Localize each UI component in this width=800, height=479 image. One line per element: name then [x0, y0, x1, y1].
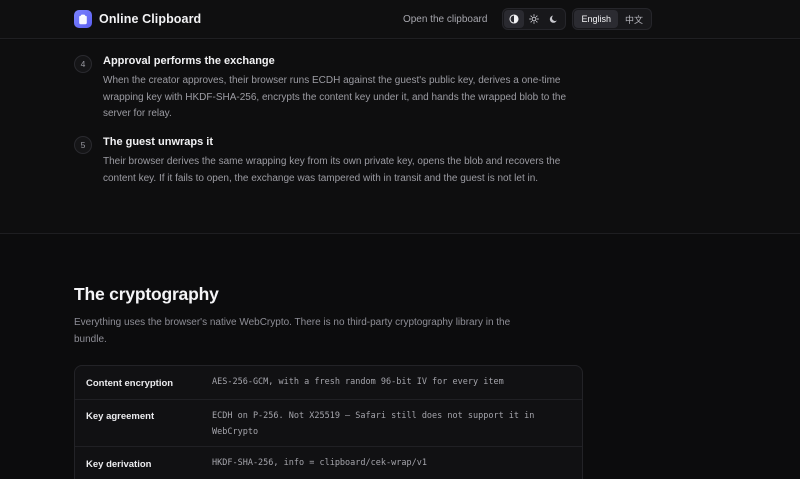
- language-switcher: English 中文: [572, 8, 652, 30]
- step-item: 4 Approval performs the exchange When th…: [74, 55, 594, 125]
- header-actions: Open the clipboard English 中文: [403, 8, 726, 30]
- sun-icon: [529, 14, 540, 24]
- row-label: Key agreement: [86, 411, 155, 422]
- header-controls: English 中文: [502, 8, 652, 30]
- table-row: Key derivation HKDF-SHA-256, info = clip…: [75, 447, 582, 479]
- section-description: Everything uses the browser's native Web…: [74, 317, 511, 345]
- step-description: Their browser derives the same wrapping …: [103, 156, 561, 184]
- section-title: The cryptography: [74, 284, 219, 304]
- row-value: AES-256-GCM, with a fresh random 96-bit …: [212, 377, 504, 387]
- language-english-button[interactable]: English: [574, 10, 618, 28]
- crypto-table: Content encryption AES-256-GCM, with a f…: [74, 365, 583, 479]
- theme-switcher: [502, 8, 567, 30]
- row-label: Key derivation: [86, 459, 152, 470]
- theme-light-button[interactable]: [524, 10, 544, 28]
- row-value: HKDF-SHA-256, info = clipboard/cek-wrap/…: [212, 458, 427, 468]
- step-description: When the creator approves, their browser…: [103, 75, 567, 119]
- step-number: 5: [74, 136, 92, 154]
- open-clipboard-link[interactable]: Open the clipboard: [403, 14, 488, 25]
- table-row: Key agreement ECDH on P-256. Not X25519 …: [75, 400, 582, 447]
- app-logo-icon[interactable]: [74, 10, 92, 28]
- language-chinese-button[interactable]: 中文: [618, 10, 650, 28]
- cryptography-section: The cryptography Everything uses the bro…: [0, 235, 800, 479]
- protocol-steps: 4 Approval performs the exchange When th…: [0, 40, 800, 234]
- step-title: Approval performs the exchange: [103, 55, 275, 67]
- theme-auto-button[interactable]: [504, 10, 525, 28]
- top-bar: Online Clipboard Open the clipboard Engl…: [0, 0, 800, 39]
- step-number: 4: [74, 55, 92, 73]
- clipboard-icon: [79, 14, 87, 24]
- brand-name[interactable]: Online Clipboard: [99, 12, 201, 26]
- table-row: Content encryption AES-256-GCM, with a f…: [75, 366, 582, 400]
- theme-dark-button[interactable]: [544, 10, 564, 28]
- moon-icon: [550, 15, 558, 23]
- step-item: 5 The guest unwraps it Their browser der…: [74, 136, 594, 196]
- step-title: The guest unwraps it: [103, 136, 214, 148]
- row-label: Content encryption: [86, 378, 174, 389]
- contrast-icon: [509, 14, 520, 24]
- row-value: ECDH on P-256. Not X25519 — Safari still…: [212, 411, 535, 437]
